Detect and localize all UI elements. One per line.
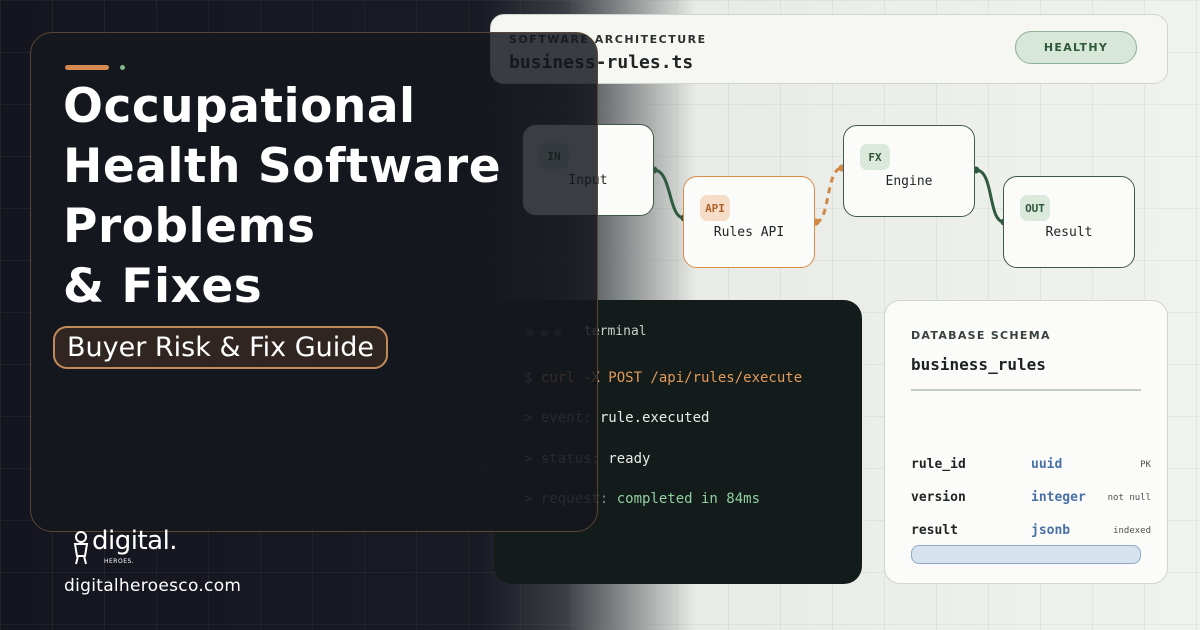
node-rules-api[interactable]: API Rules API <box>683 176 815 268</box>
status-badge: HEALTHY <box>1015 31 1137 64</box>
node-engine[interactable]: FX Engine <box>843 125 975 217</box>
site-url[interactable]: digitalheroesco.com <box>64 576 241 596</box>
schema-column: rule_id <box>911 457 966 472</box>
terminal-line-value: rule.executed <box>599 410 710 426</box>
page-title: Occupational Health Software Problems & … <box>63 77 583 317</box>
node-badge: API <box>700 195 730 221</box>
schema-flag: not null <box>1107 493 1151 503</box>
logo-subtext: HEROES. <box>104 558 135 565</box>
page-title-line: Problems <box>63 199 316 254</box>
accent-dot <box>120 65 125 70</box>
node-result[interactable]: OUT Result <box>1003 176 1135 268</box>
schema-flag: indexed <box>1113 526 1151 536</box>
schema-row: version integer not null <box>911 490 1151 510</box>
schema-type: jsonb <box>1031 523 1071 538</box>
page-title-line: Occupational <box>63 79 416 134</box>
node-label: Engine <box>885 174 933 189</box>
schema-type: uuid <box>1031 457 1063 472</box>
connector-engine-result <box>975 168 1005 224</box>
schema-row: result jsonb indexed <box>911 523 1151 543</box>
hero-mascot-icon <box>73 531 89 565</box>
schema-type: integer <box>1031 490 1086 505</box>
brand-logo: digital. HEROES. <box>68 526 188 570</box>
subtitle-pill: Buyer Risk & Fix Guide <box>53 326 389 369</box>
node-label: Rules API <box>713 225 785 240</box>
database-schema-card: DATABASE SCHEMA business_rules rule_id u… <box>884 300 1168 584</box>
page-title-line: & Fixes <box>63 259 263 314</box>
node-label: Result <box>1045 225 1093 240</box>
node-badge: FX <box>860 144 890 170</box>
terminal-line-value: completed in 84ms <box>616 491 761 507</box>
connector-api-engine <box>815 166 843 224</box>
schema-column: version <box>911 490 966 505</box>
page-title-line: Health Software <box>63 139 502 194</box>
schema-highlight-bar <box>911 545 1141 564</box>
node-badge: OUT <box>1020 195 1050 221</box>
logo-wordmark: digital. <box>92 526 178 556</box>
schema-flag: PK <box>1140 460 1151 470</box>
schema-column: result <box>911 523 958 538</box>
schema-label: DATABASE SCHEMA <box>911 329 1051 342</box>
terminal-line-value: ready <box>608 451 651 467</box>
schema-table-name: business_rules <box>911 355 1046 374</box>
schema-row: rule_id uuid PK <box>911 457 1151 477</box>
connector-input-api <box>653 168 685 220</box>
hero-overlay: Occupational Health Software Problems & … <box>30 32 598 532</box>
schema-divider <box>911 389 1141 391</box>
accent-line <box>65 65 109 70</box>
